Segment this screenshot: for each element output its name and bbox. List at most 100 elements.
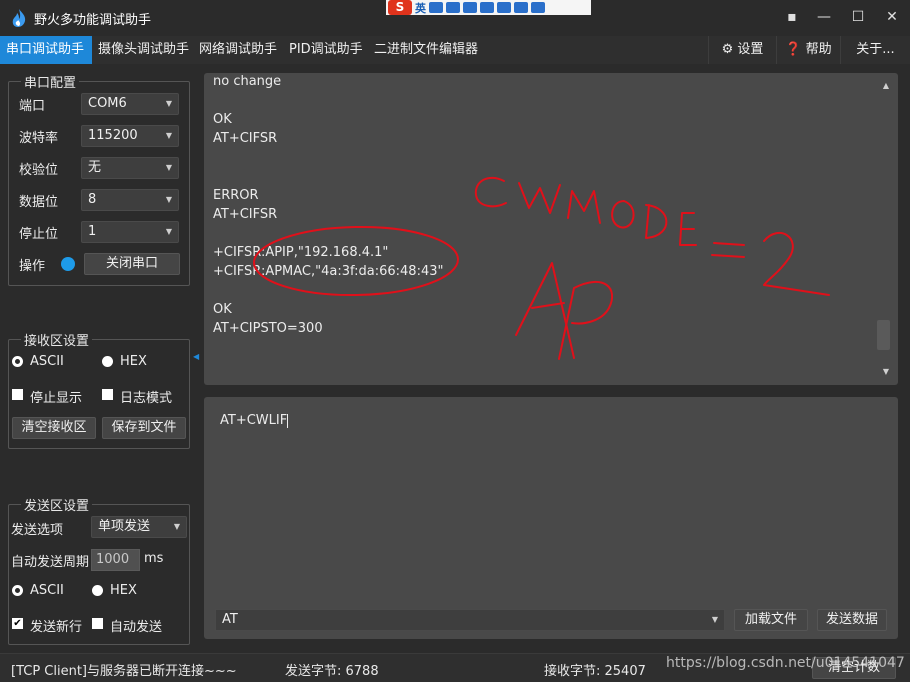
receive-hex-radio[interactable] — [102, 356, 113, 367]
tab-serial[interactable]: 串口调试助手 — [0, 36, 92, 64]
receive-hex-label: HEX — [120, 354, 147, 369]
chevron-down-icon: ▼ — [711, 615, 718, 624]
title-bar: 野火多功能调试助手 S 英 ▪ — ☐ ✕ — [0, 0, 910, 36]
tab-network[interactable]: 网络调试助手 — [193, 36, 283, 64]
log-mode-checkbox[interactable] — [102, 389, 113, 400]
ime-punctuation-icon[interactable] — [429, 2, 443, 13]
scrollbar-thumb[interactable] — [877, 320, 890, 350]
ime-shirt-icon[interactable] — [514, 2, 528, 13]
baud-value: 115200 — [88, 128, 138, 143]
chevron-down-icon: ▼ — [165, 227, 172, 236]
stop-display-label: 停止显示 — [30, 391, 83, 406]
stop-display-checkbox[interactable] — [12, 389, 23, 400]
clear-receive-button[interactable]: 清空接收区 — [12, 417, 96, 439]
ime-mode-label[interactable]: 英 — [415, 0, 426, 16]
operation-label: 操作 — [19, 259, 46, 274]
command-select[interactable]: AT ▼ — [215, 609, 725, 631]
maximize-button[interactable]: ☐ — [846, 6, 870, 28]
port-label: 端口 — [19, 99, 46, 114]
stopbits-value: 1 — [88, 224, 97, 239]
port-value: COM6 — [88, 96, 127, 111]
receive-ascii-radio[interactable] — [12, 356, 23, 367]
ime-keyboard-icon[interactable] — [480, 2, 494, 13]
send-newline-label: 发送新行 — [30, 620, 83, 635]
ime-skin-icon[interactable] — [497, 2, 511, 13]
send-text-input[interactable]: AT+CWLIF — [220, 413, 289, 428]
receive-line: AT+CIPSTO=300 — [213, 321, 323, 336]
chevron-down-icon: ▼ — [165, 163, 172, 172]
received-bytes: 接收字节: 25407 — [544, 664, 646, 679]
scroll-down-icon[interactable]: ▼ — [883, 367, 889, 376]
command-value: AT — [222, 612, 238, 627]
baud-label: 波特率 — [19, 131, 59, 146]
minimize-button[interactable]: — — [812, 6, 836, 28]
receive-settings-title: 接收区设置 — [21, 330, 93, 349]
ime-mic-icon[interactable] — [463, 2, 477, 13]
send-option-value: 单项发送 — [98, 519, 151, 534]
parity-value: 无 — [88, 160, 102, 175]
auto-period-label: 自动发送周期 — [11, 555, 90, 570]
receive-line: +CIFSR:APMAC,"4a:3f:da:66:48:43" — [213, 264, 444, 279]
close-button[interactable]: ✕ — [880, 6, 904, 28]
receive-line: OK — [213, 112, 232, 127]
load-file-button[interactable]: 加载文件 — [734, 609, 808, 631]
auto-send-checkbox[interactable] — [92, 618, 103, 629]
chevron-down-icon: ▼ — [173, 522, 180, 531]
save-to-file-button[interactable]: 保存到文件 — [102, 417, 186, 439]
chevron-down-icon: ▼ — [165, 195, 172, 204]
pin-icon[interactable]: ▪ — [780, 6, 804, 28]
settings-button[interactable]: ⚙ 设置 — [708, 36, 776, 64]
send-ascii-label: ASCII — [30, 583, 64, 598]
databits-label: 数据位 — [19, 195, 59, 210]
baud-select[interactable]: 115200 ▼ — [81, 125, 179, 147]
send-hex-radio[interactable] — [92, 585, 103, 596]
collapse-arrow-icon[interactable]: ◀ — [193, 352, 199, 361]
ime-toolbar[interactable]: S 英 — [386, 0, 591, 15]
receive-line: +CIFSR:APIP,"192.168.4.1" — [213, 245, 389, 260]
send-text-value: AT+CWLIF — [220, 413, 288, 428]
help-button[interactable]: ❓ 帮助 — [776, 36, 840, 64]
stopbits-select[interactable]: 1 ▼ — [81, 221, 179, 243]
port-select[interactable]: COM6 ▼ — [81, 93, 179, 115]
log-mode-label: 日志模式 — [120, 391, 173, 406]
tab-pid[interactable]: PID调试助手 — [283, 36, 369, 64]
tab-camera[interactable]: 摄像头调试助手 — [92, 36, 195, 64]
window-title: 野火多功能调试助手 — [34, 13, 152, 28]
serial-config-title: 串口配置 — [21, 72, 80, 91]
chevron-down-icon: ▼ — [165, 131, 172, 140]
receive-line: AT+CIFSR — [213, 207, 278, 222]
databits-value: 8 — [88, 192, 97, 207]
send-option-select[interactable]: 单项发送 ▼ — [91, 516, 187, 538]
flame-logo-icon — [12, 9, 26, 27]
send-panel: AT+CWLIF AT ▼ 加载文件 发送数据 — [204, 397, 898, 639]
text-caret — [287, 413, 289, 428]
port-status-indicator — [61, 257, 75, 271]
ime-logo-icon[interactable]: S — [388, 0, 412, 15]
auto-period-input[interactable]: 1000 — [91, 549, 140, 571]
send-newline-checkbox[interactable]: ✔ — [12, 618, 23, 629]
tab-bar: 串口调试助手 摄像头调试助手 网络调试助手 PID调试助手 二进制文件编辑器 ⚙… — [0, 36, 910, 64]
send-ascii-radio[interactable] — [12, 585, 23, 596]
receive-ascii-label: ASCII — [30, 354, 64, 369]
chevron-down-icon: ▼ — [165, 99, 172, 108]
about-button[interactable]: 关于... — [840, 36, 910, 64]
sent-bytes: 发送字节: 6788 — [285, 664, 379, 679]
auto-send-label: 自动发送 — [110, 620, 163, 635]
handwritten-annotation — [253, 176, 830, 360]
close-port-button[interactable]: 关闭串口 — [84, 253, 180, 275]
receive-text-area[interactable]: no change OK AT+CIFSR ERROR AT+CIFSR +CI… — [204, 73, 898, 385]
parity-select[interactable]: 无 ▼ — [81, 157, 179, 179]
receive-line: AT+CIFSR — [213, 131, 278, 146]
ime-emoji-icon[interactable] — [446, 2, 460, 13]
send-option-label: 发送选项 — [11, 523, 64, 538]
tab-binary-editor[interactable]: 二进制文件编辑器 — [368, 36, 484, 64]
scroll-up-icon[interactable]: ▲ — [883, 81, 889, 90]
send-settings-title: 发送区设置 — [21, 495, 93, 514]
connection-status: [TCP Client]与服务器已断开连接~~~ — [11, 664, 237, 679]
send-data-button[interactable]: 发送数据 — [817, 609, 887, 631]
databits-select[interactable]: 8 ▼ — [81, 189, 179, 211]
parity-label: 校验位 — [19, 163, 59, 178]
watermark: https://blog.csdn.net/u014541047 — [666, 655, 905, 671]
ime-grid-icon[interactable] — [531, 2, 545, 13]
receive-line: ERROR — [213, 188, 259, 203]
